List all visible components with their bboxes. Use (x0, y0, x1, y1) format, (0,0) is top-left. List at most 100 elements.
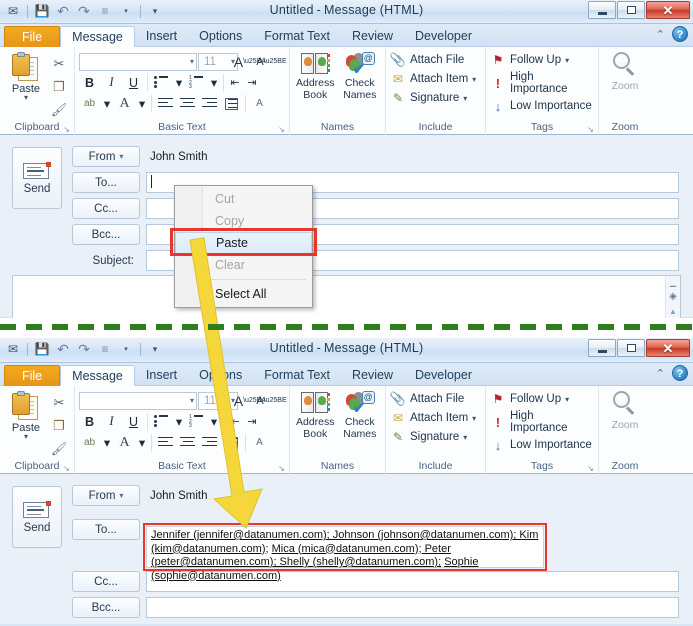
context-menu-item-clear[interactable]: Clear (175, 254, 312, 276)
save-icon[interactable]: 💾 (33, 2, 51, 20)
paste-dropdown-icon[interactable]: ▾ (24, 433, 28, 441)
attach-file-button[interactable]: 📎 Attach File (390, 391, 481, 407)
numbering-dropdown-icon[interactable]: ▾ (208, 73, 220, 92)
tab-options[interactable]: Options (188, 365, 253, 386)
italic-button[interactable]: I (101, 73, 122, 92)
font-color-dropdown-icon[interactable]: ▾ (136, 433, 148, 452)
bold-button[interactable]: B (79, 412, 100, 431)
follow-up-dropdown-icon[interactable]: ▾ (565, 395, 569, 404)
font-size-combobox[interactable]: 11 ▾ (198, 52, 238, 71)
tab-insert[interactable]: Insert (135, 365, 188, 386)
bullets-button[interactable] (151, 412, 172, 431)
cut-icon[interactable]: ✂ (48, 53, 70, 74)
align-right-button[interactable] (199, 433, 220, 452)
align-left-button[interactable] (155, 433, 176, 452)
clear-formatting-button[interactable]: A (249, 94, 270, 113)
cut-icon[interactable]: ✂ (48, 392, 70, 413)
font-name-dropdown-icon[interactable]: ▾ (190, 396, 194, 405)
to-button[interactable]: To... (72, 172, 140, 193)
align-center-button[interactable] (177, 433, 198, 452)
low-importance-button[interactable]: ↓ Low Importance (490, 437, 594, 453)
clear-formatting-button[interactable]: A (249, 433, 270, 452)
tab-format-text[interactable]: Format Text (253, 365, 341, 386)
help-icon[interactable]: ? (672, 365, 688, 381)
body-scrollbar[interactable]: ▁ ◈ ▲ (665, 276, 680, 318)
from-button[interactable]: From ▾ (72, 485, 140, 506)
bullets-button[interactable] (151, 73, 172, 92)
tab-message[interactable]: Message (60, 26, 135, 47)
tab-developer[interactable]: Developer (404, 365, 483, 386)
italic-button[interactable]: I (101, 412, 122, 431)
check-names-button[interactable]: @ ✔ Check Names (339, 50, 382, 101)
bullets-dropdown-icon[interactable]: ▾ (173, 412, 185, 431)
help-icon[interactable]: ? (672, 26, 688, 42)
maximize-button[interactable] (617, 1, 645, 19)
tab-review[interactable]: Review (341, 365, 404, 386)
decrease-indent-button[interactable]: ⇤ (227, 416, 243, 428)
to-input-bottom[interactable]: Jennifer (jennifer@datanumen.com); Johns… (146, 526, 544, 582)
scroll-up-arrow-icon[interactable]: ▲ (667, 305, 680, 318)
minimize-button[interactable] (588, 339, 616, 357)
underline-button[interactable]: U (123, 73, 144, 92)
font-name-combobox[interactable]: ▾ (79, 52, 197, 71)
paste-button[interactable]: Paste ▾ (4, 50, 48, 102)
align-right-button[interactable] (199, 94, 220, 113)
tab-insert[interactable]: Insert (135, 26, 188, 47)
align-center-button[interactable] (177, 94, 198, 113)
signature-button[interactable]: ✎ Signature ▾ (390, 90, 481, 106)
numbering-dropdown-icon[interactable]: ▾ (208, 412, 220, 431)
select-browse-object-icon[interactable]: ◈ (667, 291, 680, 303)
print-preview-icon[interactable]: ≡ (96, 2, 114, 20)
close-button[interactable]: ✕ (646, 1, 690, 19)
tab-file[interactable]: File (4, 365, 61, 386)
to-button[interactable]: To... (72, 519, 140, 540)
copy-icon[interactable]: ❐ (48, 415, 70, 436)
underline-button[interactable]: U (123, 412, 144, 431)
basic-text-dialog-launcher-icon[interactable]: ↘ (277, 464, 286, 473)
low-importance-button[interactable]: ↓ Low Importance (490, 98, 594, 114)
bcc-input[interactable] (146, 597, 679, 618)
tags-dialog-launcher-icon[interactable]: ↘ (586, 125, 595, 134)
paste-button[interactable]: Paste ▾ (4, 389, 48, 441)
shrink-font-button[interactable]: A \u25BE (256, 391, 286, 410)
high-importance-button[interactable]: ! High Importance (490, 71, 594, 95)
outlook-item-icon[interactable]: ✉ (4, 2, 22, 20)
from-dropdown-icon[interactable]: ▾ (119, 491, 123, 500)
font-name-combobox[interactable]: ▾ (79, 391, 197, 410)
attach-item-dropdown-icon[interactable]: ▾ (472, 75, 476, 84)
text-highlight-button[interactable]: ab (79, 433, 100, 452)
increase-indent-button[interactable]: ⇥ (244, 416, 260, 428)
customize-qat-icon[interactable]: ▾ (146, 2, 164, 20)
bcc-button[interactable]: Bcc... (72, 597, 140, 618)
increase-indent-button[interactable]: ⇥ (244, 77, 260, 89)
context-menu-item-copy[interactable]: Copy (175, 210, 312, 232)
from-button[interactable]: From ▾ (72, 146, 140, 167)
copy-icon[interactable]: ❐ (48, 76, 70, 97)
follow-up-button[interactable]: ⚑ Follow Up ▾ (490, 52, 594, 68)
bullets-dropdown-icon[interactable]: ▾ (173, 73, 185, 92)
signature-dropdown-icon[interactable]: ▾ (463, 94, 467, 103)
high-importance-button[interactable]: ! High Importance (490, 410, 594, 434)
clipboard-dialog-launcher-icon[interactable]: ↘ (62, 464, 71, 473)
address-book-button[interactable]: Address Book (294, 389, 337, 440)
align-left-button[interactable] (155, 94, 176, 113)
format-painter-icon[interactable]: 🖌 (48, 438, 70, 459)
attach-item-button[interactable]: ✉ Attach Item ▾ (390, 71, 481, 87)
cc-button[interactable]: Cc... (72, 571, 140, 592)
tab-review[interactable]: Review (341, 26, 404, 47)
redo-icon[interactable]: ↷ (75, 2, 93, 20)
customize-qat-icon[interactable]: ▾ (146, 340, 164, 358)
save-icon[interactable]: 💾 (33, 340, 51, 358)
tags-dialog-launcher-icon[interactable]: ↘ (586, 464, 595, 473)
attach-item-dropdown-icon[interactable]: ▾ (472, 414, 476, 423)
print-preview-icon[interactable]: ≡ (96, 340, 114, 358)
shrink-font-button[interactable]: A \u25BE (256, 52, 286, 71)
font-size-combobox[interactable]: 11 ▾ (198, 391, 238, 410)
collapse-ribbon-icon[interactable]: ⌃ (656, 367, 665, 380)
chevron-down-icon[interactable]: ▾ (117, 340, 135, 358)
outlook-item-icon[interactable]: ✉ (4, 340, 22, 358)
zoom-button[interactable]: Zoom (603, 50, 647, 92)
collapse-ribbon-icon[interactable]: ⌃ (656, 28, 665, 41)
font-color-button[interactable]: A (114, 433, 135, 452)
close-button[interactable]: ✕ (646, 339, 690, 357)
